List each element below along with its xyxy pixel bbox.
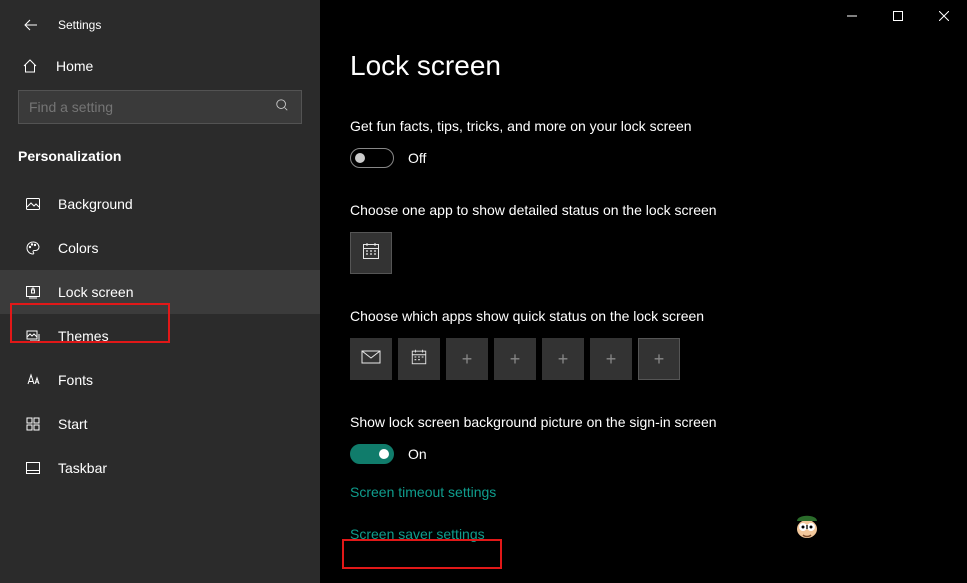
start-icon — [24, 415, 42, 433]
fun-facts-label: Get fun facts, tips, tricks, and more on… — [350, 118, 960, 134]
plus-icon: + — [462, 350, 473, 368]
plus-icon: + — [654, 350, 665, 368]
signin-bg-label: Show lock screen background picture on t… — [350, 414, 960, 430]
quick-status-tile-add[interactable]: + — [542, 338, 584, 380]
sidebar-item-label: Colors — [58, 240, 98, 256]
main-panel: Lock screen Get fun facts, tips, tricks,… — [320, 0, 967, 583]
quick-status-tile-mail[interactable] — [350, 338, 392, 380]
sidebar-item-fonts[interactable]: Fonts — [0, 358, 320, 402]
sidebar-item-label: Taskbar — [58, 460, 107, 476]
search-input[interactable] — [18, 90, 302, 124]
mascot-graphic — [787, 503, 827, 543]
lock-screen-icon — [24, 283, 42, 301]
fun-facts-state: Off — [408, 150, 426, 166]
page-title: Lock screen — [350, 50, 960, 82]
sidebar-item-background[interactable]: Background — [0, 182, 320, 226]
palette-icon — [24, 239, 42, 257]
section-heading: Personalization — [0, 142, 320, 182]
home-button[interactable]: Home — [0, 48, 320, 84]
fonts-icon — [24, 371, 42, 389]
sidebar-item-label: Fonts — [58, 372, 93, 388]
calendar-icon — [410, 348, 428, 371]
calendar-icon — [361, 241, 381, 266]
window-controls — [829, 0, 967, 32]
sidebar-item-colors[interactable]: Colors — [0, 226, 320, 270]
screen-timeout-link[interactable]: Screen timeout settings — [350, 484, 496, 500]
back-icon[interactable] — [22, 16, 40, 34]
sidebar: Settings Home Personalization Background — [0, 0, 320, 583]
minimize-button[interactable] — [829, 0, 875, 32]
maximize-button[interactable] — [875, 0, 921, 32]
detailed-status-app-tile[interactable] — [350, 232, 392, 274]
quick-status-tile-add[interactable]: + — [494, 338, 536, 380]
mail-icon — [361, 350, 381, 369]
quick-status-tile-add[interactable]: + — [590, 338, 632, 380]
plus-icon: + — [606, 350, 617, 368]
taskbar-icon — [24, 459, 42, 477]
sidebar-item-label: Start — [58, 416, 88, 432]
search-field[interactable] — [29, 99, 275, 115]
sidebar-item-start[interactable]: Start — [0, 402, 320, 446]
fun-facts-toggle[interactable] — [350, 148, 394, 168]
plus-icon: + — [510, 350, 521, 368]
sidebar-item-themes[interactable]: Themes — [0, 314, 320, 358]
quick-status-tile-calendar[interactable] — [398, 338, 440, 380]
search-icon — [275, 98, 291, 117]
home-label: Home — [56, 58, 93, 74]
sidebar-item-lock-screen[interactable]: Lock screen — [0, 270, 320, 314]
sidebar-item-label: Themes — [58, 328, 109, 344]
nav-list: Background Colors Lock screen Themes Fon… — [0, 182, 320, 490]
sidebar-item-taskbar[interactable]: Taskbar — [0, 446, 320, 490]
screen-saver-link[interactable]: Screen saver settings — [350, 526, 485, 542]
home-icon — [22, 58, 40, 74]
close-button[interactable] — [921, 0, 967, 32]
picture-icon — [24, 195, 42, 213]
sidebar-item-label: Background — [58, 196, 133, 212]
quick-status-tile-add[interactable]: + — [446, 338, 488, 380]
signin-bg-toggle[interactable] — [350, 444, 394, 464]
plus-icon: + — [558, 350, 569, 368]
signin-bg-state: On — [408, 446, 427, 462]
detailed-status-label: Choose one app to show detailed status o… — [350, 202, 960, 218]
sidebar-item-label: Lock screen — [58, 284, 133, 300]
quick-status-label: Choose which apps show quick status on t… — [350, 308, 960, 324]
window-title: Settings — [58, 18, 101, 32]
quick-status-tile-add[interactable]: + — [638, 338, 680, 380]
themes-icon — [24, 327, 42, 345]
